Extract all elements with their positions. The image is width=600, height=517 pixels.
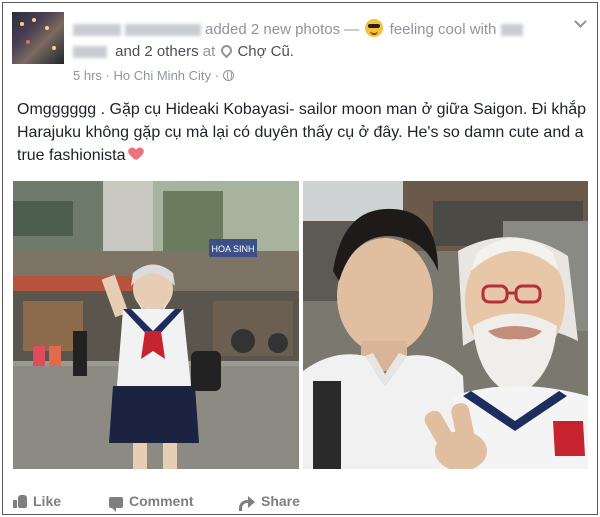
cool-sunglasses-emoji-icon — [365, 19, 384, 37]
post-location[interactable]: Ho Chi Minh City — [114, 68, 212, 83]
post-action-text: added 2 new photos — [205, 21, 341, 38]
post-body: Omgggggg . Gặp cụ Hideaki Kobayasi- sail… — [17, 98, 587, 167]
like-label: Like — [33, 493, 62, 509]
others-link[interactable]: and 2 others — [115, 43, 198, 60]
post-header-line1: added 2 new photos — feeling cool with — [73, 19, 527, 38]
photo-2-image — [303, 181, 588, 469]
dash-separator: — — [344, 21, 360, 38]
meta-separator: · — [214, 68, 219, 83]
blurred-name — [73, 46, 107, 59]
post-body-text: Omgggggg . Gặp cụ Hideaki Kobayasi- sail… — [17, 101, 587, 164]
post-time[interactable]: 5 hrs — [73, 68, 102, 83]
shop-sign-text: HOA SINH — [211, 244, 254, 254]
photo-1[interactable]: HOA SINH — [13, 181, 299, 469]
avatar[interactable] — [12, 12, 64, 64]
like-button[interactable]: Like — [13, 493, 61, 509]
blurred-name — [500, 24, 523, 37]
feeling-text: feeling cool with — [389, 21, 497, 38]
share-button[interactable]: Share — [239, 493, 300, 511]
post-header-line2: and 2 others at Chợ Cũ. — [73, 42, 294, 60]
post-card: added 2 new photos — feeling cool with a… — [2, 2, 598, 515]
post-meta: 5 hrs · Ho Chi Minh City · — [73, 68, 234, 83]
photo-2[interactable] — [303, 181, 588, 469]
place-link[interactable]: Chợ Cũ. — [237, 43, 294, 60]
share-arrow-icon — [239, 496, 255, 511]
blurred-name — [125, 24, 201, 37]
at-text: at — [202, 43, 216, 60]
location-pin-icon — [219, 42, 235, 59]
comment-label: Comment — [129, 493, 194, 509]
thumbs-up-icon — [13, 495, 27, 508]
globe-icon[interactable] — [222, 70, 234, 81]
heart-icon — [129, 148, 143, 161]
comment-button[interactable]: Comment — [109, 493, 194, 512]
blurred-name — [73, 24, 121, 37]
share-label: Share — [261, 493, 300, 509]
chevron-down-icon[interactable] — [574, 15, 587, 28]
post-actions: Like Comment Share — [3, 487, 599, 515]
comment-bubble-icon — [109, 497, 123, 512]
meta-separator: · — [105, 68, 110, 83]
photo-1-image: HOA SINH — [13, 181, 299, 469]
